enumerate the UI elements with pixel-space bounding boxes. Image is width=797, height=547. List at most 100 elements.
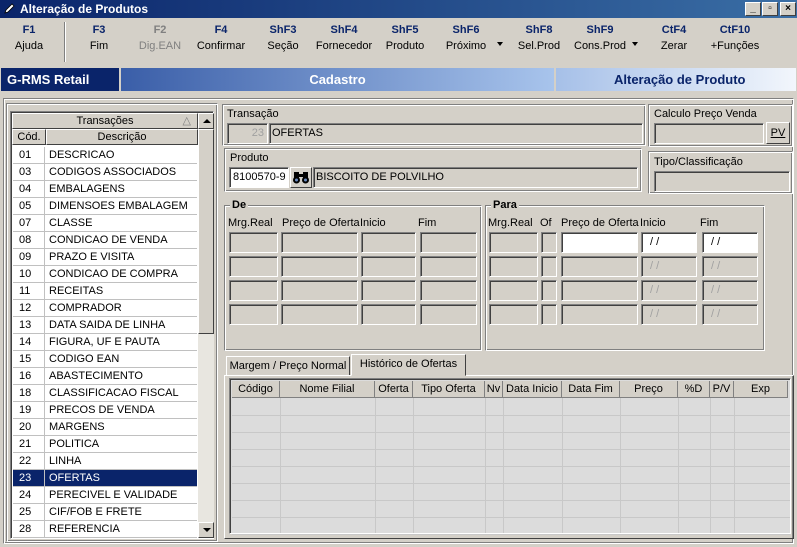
item-code: 07 [13,215,45,232]
item-code: 08 [13,232,45,249]
list-item[interactable]: 23 OFERTAS [13,470,197,487]
scroll-down-button[interactable] [198,522,214,538]
grid-row-line [232,432,790,433]
item-code: 04 [13,181,45,198]
list-item[interactable]: 19 PRECOS DE VENDA [13,402,197,419]
clear-button[interactable]: CtF4 Zerar [650,22,698,62]
item-code: 19 [13,402,45,419]
list-scrollbar[interactable] [198,113,214,538]
list-item[interactable]: 24 PERECIVEL E VALIDADE [13,487,197,504]
grid-column-header[interactable]: Nv [485,381,503,398]
button-label: Fornecedor [315,40,373,52]
arrow-up-icon [203,119,211,123]
grid-column-header[interactable]: Nome Filial [280,381,375,398]
consult-product-button[interactable]: ShF9 Cons.Prod [571,22,629,62]
button-label: Produto [385,40,425,52]
key-label: F2 [153,24,167,36]
product-search-button[interactable] [290,167,312,188]
list-item[interactable]: 05 DIMENSOES EMBALAGEM [13,198,197,215]
column-header-description[interactable]: Descrição [46,129,198,145]
key-label: ShF9 [586,24,614,36]
list-item[interactable]: 03 CODIGOS ASSOCIADOS [13,164,197,181]
transactions-list[interactable]: Transações △ Cód. Descrição 01 DESCRICAO 03… [10,111,214,539]
select-product-button[interactable]: ShF8 Sel.Prod [513,22,565,62]
list-item[interactable]: 16 ABASTECIMENTO [13,368,197,385]
from-end-field [420,304,477,325]
list-item[interactable]: 28 REFERENCIA [13,521,197,538]
from-start-field [361,280,416,301]
chevron-down-icon[interactable] [632,42,638,46]
item-description: REFERENCIA [49,523,120,535]
list-item[interactable]: 21 POLITICA [13,436,197,453]
to-of-field [541,304,557,325]
exit-button[interactable]: F3 Fim [72,22,126,62]
grid-row-line [232,534,790,535]
grid-column-header[interactable]: Preço [620,381,678,398]
close-button[interactable]: × [780,2,796,16]
to-col-price: Preço de Oferta [561,217,639,229]
list-item[interactable]: 09 PRAZO E VISITA [13,249,197,266]
dig-ean-button[interactable]: F2 Dig.EAN [134,22,186,62]
key-label: ShF8 [525,24,553,36]
list-item[interactable]: 04 EMBALAGENS [13,181,197,198]
tab-margin-normal-price[interactable]: Margem / Preço Normal [226,356,350,376]
to-price-field [561,304,638,325]
to-price-field[interactable] [561,232,638,253]
transactions-header: Transações △ [12,113,198,129]
to-start-date-input: / / [641,280,697,301]
grid-column-header[interactable]: Data Fim [562,381,620,398]
scroll-up-button[interactable] [198,113,214,129]
list-item[interactable]: 11 RECEITAS [13,283,197,300]
product-label: Produto [230,152,269,164]
chevron-down-icon[interactable] [497,42,503,46]
item-code: 10 [13,266,45,283]
grid-column-header[interactable]: Exp [734,381,788,398]
list-item[interactable]: 10 CONDICAO DE COMPRA [13,266,197,283]
item-description: FIGURA, UF E PAUTA [49,336,160,348]
supplier-button[interactable]: ShF4 Fornecedor [313,22,375,62]
offer-history-grid[interactable]: Código Nome Filial Oferta Tipo Oferta Nv Data… [229,378,791,535]
to-of-field [541,280,557,301]
minimize-button[interactable]: _ [745,2,761,16]
list-item[interactable]: 18 CLASSIFICACAO FISCAL [13,385,197,402]
more-functions-button[interactable]: CtF10 +Funções [706,22,764,62]
grid-column-header[interactable]: Código [232,381,280,398]
binoculars-icon [293,172,309,184]
item-code: 05 [13,198,45,215]
grid-column-header[interactable]: Data Inicio [503,381,562,398]
next-button[interactable]: ShF6 Próximo [440,22,492,62]
item-code: 24 [13,487,45,504]
tab-offer-history[interactable]: Histórico de Ofertas [351,354,466,376]
list-item[interactable]: 13 DATA SAIDA DE LINHA [13,317,197,334]
confirm-button[interactable]: F4 Confirmar [194,22,248,62]
help-button[interactable]: F1 Ajuda [4,22,54,62]
list-item[interactable]: 07 CLASSE [13,215,197,232]
list-item[interactable]: 14 FIGURA, UF E PAUTA [13,334,197,351]
list-item[interactable]: 12 COMPRADOR [13,300,197,317]
list-item[interactable]: 08 CONDICAO DE VENDA [13,232,197,249]
list-item[interactable]: 22 LINHA [13,453,197,470]
item-code: 20 [13,419,45,436]
grid-column-header[interactable]: P/V [710,381,734,398]
column-header-code[interactable]: Cód. [12,129,46,145]
key-label: ShF6 [452,24,480,36]
maximize-button[interactable]: ▫ [762,2,778,16]
list-item[interactable]: 25 CIF/FOB E FRETE [13,504,197,521]
from-end-field [420,232,477,253]
product-button[interactable]: ShF5 Produto [380,22,430,62]
product-name-field: BISCOITO DE POLVILHO [313,167,638,188]
to-start-date-input[interactable]: / / [641,232,697,253]
list-item[interactable]: 01 DESCRICAO [13,147,197,164]
section-button[interactable]: ShF3 Seção [256,22,310,62]
transaction-name-field: OFERTAS [269,123,643,144]
scroll-thumb[interactable] [198,129,214,334]
grid-column-header[interactable]: Oferta [375,381,413,398]
grid-column-header[interactable]: %D [678,381,710,398]
key-label: F4 [214,24,228,36]
to-end-date-input[interactable]: / / [702,232,758,253]
grid-column-header[interactable]: Tipo Oferta [413,381,485,398]
pv-button[interactable]: PV [766,122,790,144]
list-item[interactable]: 20 MARGENS [13,419,197,436]
product-code-input[interactable]: 8100570-9 [229,167,289,188]
list-item[interactable]: 15 CODIGO EAN [13,351,197,368]
